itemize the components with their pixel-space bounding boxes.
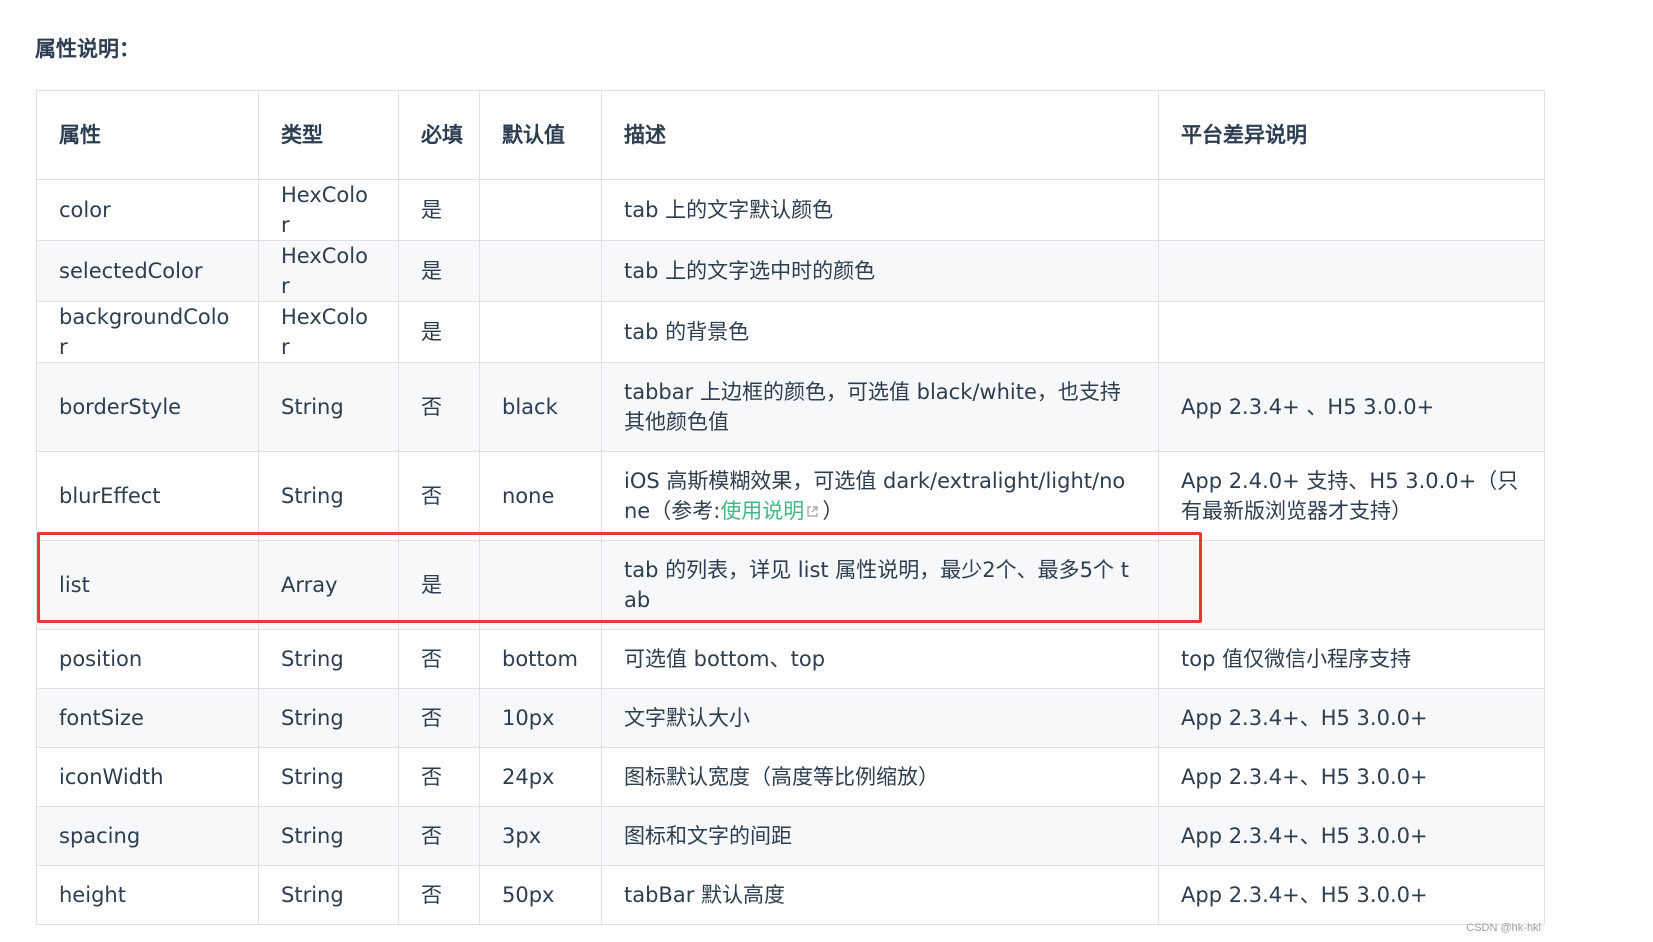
cell-type: HexColor	[258, 301, 399, 363]
cell-desc: tab 的背景色	[601, 301, 1159, 363]
cell-desc: 图标默认宽度（高度等比例缩放）	[601, 747, 1159, 807]
table-header-row: 属性 类型 必填 默认值 描述 平台差异说明	[36, 90, 1545, 180]
cell-required: 否	[398, 747, 480, 807]
cell-attr: iconWidth	[36, 747, 259, 807]
cell-attr: color	[36, 179, 259, 241]
table-row: position String 否 bottom 可选值 bottom、top …	[36, 629, 1545, 689]
desc-text: iOS 高斯模糊效果，可选值 dark/extralight/light/non…	[624, 469, 1126, 523]
usage-docs-link[interactable]: 使用说明	[720, 499, 822, 523]
usage-docs-link-label: 使用说明	[720, 499, 805, 523]
cell-platform: App 2.3.4+、H5 3.0.0+	[1158, 806, 1545, 866]
cell-required: 否	[398, 688, 480, 748]
cell-required: 否	[398, 362, 480, 452]
cell-type: String	[258, 806, 399, 866]
cell-platform: App 2.3.4+、H5 3.0.0+	[1158, 688, 1545, 748]
table-row: fontSize String 否 10px 文字默认大小 App 2.3.4+…	[36, 688, 1545, 748]
header-type: 类型	[258, 90, 399, 180]
cell-type: Array	[258, 540, 399, 630]
header-desc: 描述	[601, 90, 1159, 180]
cell-default: 3px	[479, 806, 602, 866]
cell-type: String	[258, 629, 399, 689]
table-row: height String 否 50px tabBar 默认高度 App 2.3…	[36, 865, 1545, 925]
cell-default	[479, 240, 602, 302]
cell-required: 否	[398, 806, 480, 866]
cell-attr: blurEffect	[36, 451, 259, 541]
table-row: backgroundColor HexColor 是 tab 的背景色	[36, 301, 1545, 363]
properties-table: 属性 类型 必填 默认值 描述 平台差异说明 color HexColor 是 …	[36, 90, 1545, 925]
external-link-icon	[807, 506, 818, 517]
cell-type: HexColor	[258, 179, 399, 241]
cell-required: 否	[398, 865, 480, 925]
cell-desc: tabBar 默认高度	[601, 865, 1159, 925]
cell-platform	[1158, 240, 1545, 302]
cell-type: String	[258, 747, 399, 807]
cell-platform: App 2.3.4+、H5 3.0.0+	[1158, 865, 1545, 925]
cell-attr: height	[36, 865, 259, 925]
table-row: blurEffect String 否 none iOS 高斯模糊效果，可选值 …	[36, 451, 1545, 541]
cell-default: 50px	[479, 865, 602, 925]
watermark: CSDN @hk-hkl	[1466, 922, 1541, 934]
cell-type: String	[258, 865, 399, 925]
cell-default: bottom	[479, 629, 602, 689]
cell-attr: position	[36, 629, 259, 689]
cell-desc: tab 上的文字默认颜色	[601, 179, 1159, 241]
cell-desc: 可选值 bottom、top	[601, 629, 1159, 689]
table-row: iconWidth String 否 24px 图标默认宽度（高度等比例缩放） …	[36, 747, 1545, 807]
cell-default: none	[479, 451, 602, 541]
cell-platform: App 2.4.0+ 支持、H5 3.0.0+（只有最新版浏览器才支持）	[1158, 451, 1545, 541]
cell-desc: tab 的列表，详见 list 属性说明，最少2个、最多5个 tab	[601, 540, 1159, 630]
header-attr: 属性	[36, 90, 259, 180]
cell-attr: list	[36, 540, 259, 630]
cell-default: 24px	[479, 747, 602, 807]
header-platform: 平台差异说明	[1158, 90, 1545, 180]
cell-platform	[1158, 540, 1545, 630]
cell-required: 是	[398, 240, 480, 302]
cell-default	[479, 540, 602, 630]
cell-required: 否	[398, 451, 480, 541]
cell-attr: fontSize	[36, 688, 259, 748]
cell-desc: tab 上的文字选中时的颜色	[601, 240, 1159, 302]
cell-platform: top 值仅微信小程序支持	[1158, 629, 1545, 689]
table-row: selectedColor HexColor 是 tab 上的文字选中时的颜色	[36, 240, 1545, 302]
cell-desc: iOS 高斯模糊效果，可选值 dark/extralight/light/non…	[601, 451, 1159, 541]
section-title: 属性说明：	[35, 37, 140, 61]
cell-required: 是	[398, 301, 480, 363]
cell-type: String	[258, 688, 399, 748]
cell-platform: App 2.3.4+ 、H5 3.0.0+	[1158, 362, 1545, 452]
cell-platform	[1158, 301, 1545, 363]
header-required: 必填	[398, 90, 480, 180]
table-row: spacing String 否 3px 图标和文字的间距 App 2.3.4+…	[36, 806, 1545, 866]
cell-default	[479, 179, 602, 241]
cell-attr: selectedColor	[36, 240, 259, 302]
cell-type: HexColor	[258, 240, 399, 302]
cell-platform	[1158, 179, 1545, 241]
table-row: borderStyle String 否 black tabbar 上边框的颜色…	[36, 362, 1545, 452]
cell-desc: 图标和文字的间距	[601, 806, 1159, 866]
cell-required: 是	[398, 540, 480, 630]
table-row: color HexColor 是 tab 上的文字默认颜色	[36, 179, 1545, 241]
cell-type: String	[258, 362, 399, 452]
cell-default	[479, 301, 602, 363]
cell-required: 否	[398, 629, 480, 689]
table-row-list: list Array 是 tab 的列表，详见 list 属性说明，最少2个、最…	[36, 540, 1545, 630]
cell-desc: tabbar 上边框的颜色，可选值 black/white，也支持其他颜色值	[601, 362, 1159, 452]
cell-required: 是	[398, 179, 480, 241]
cell-attr: borderStyle	[36, 362, 259, 452]
cell-attr: spacing	[36, 806, 259, 866]
cell-attr: backgroundColor	[36, 301, 259, 363]
cell-type: String	[258, 451, 399, 541]
cell-platform: App 2.3.4+、H5 3.0.0+	[1158, 747, 1545, 807]
cell-default: 10px	[479, 688, 602, 748]
header-default: 默认值	[479, 90, 602, 180]
cell-default: black	[479, 362, 602, 452]
cell-desc: 文字默认大小	[601, 688, 1159, 748]
desc-text-suffix: ）	[822, 499, 844, 523]
